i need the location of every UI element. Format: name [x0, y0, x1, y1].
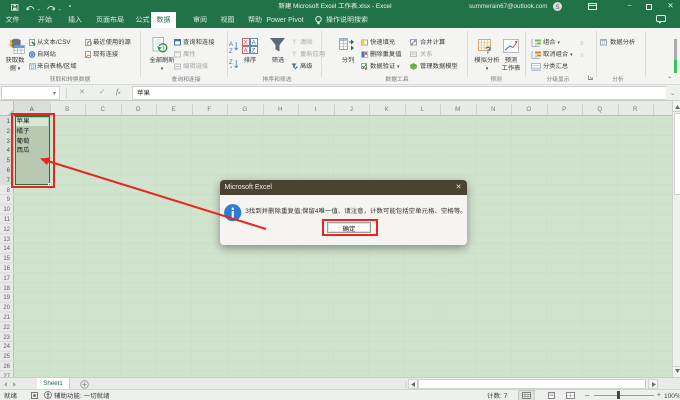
svg-text:Z: Z: [252, 48, 256, 55]
svg-text:A: A: [229, 42, 233, 48]
svg-text:X: X: [244, 40, 249, 47]
svg-text:Z: Z: [229, 60, 233, 66]
svg-text:?: ?: [485, 46, 491, 55]
svg-text:Z: Z: [229, 49, 233, 55]
svg-text:A: A: [244, 48, 249, 55]
svg-text:A: A: [252, 40, 257, 47]
svg-text:A: A: [229, 67, 233, 68]
